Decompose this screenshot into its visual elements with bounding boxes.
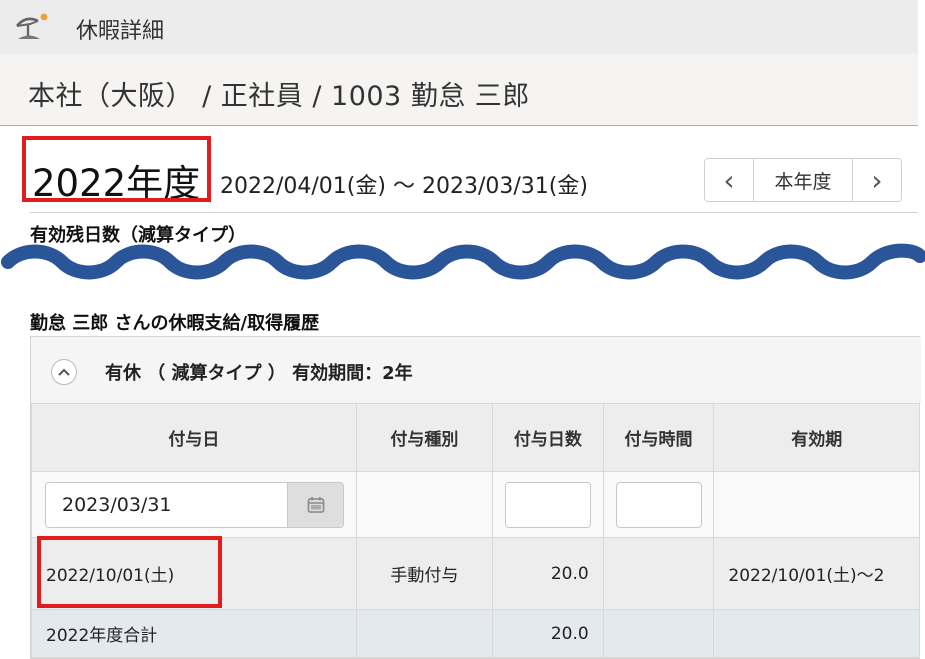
title-bar: 休暇詳細 (0, 0, 918, 54)
current-year-button[interactable]: 本年度 (753, 159, 853, 201)
year-navigation: ‹ 本年度 › (704, 158, 902, 202)
total-label: 2022年度合計 (31, 609, 357, 658)
fiscal-period: 2022/04/01(金) ～ 2023/03/31(金) (220, 174, 588, 199)
cell-validity: 2022/10/01(土)～2 (713, 537, 920, 610)
paid-leave-panel: 有休 （ 減算タイプ ） 有効期間：2年 付与日 付与種別 付与日数 付与時間 … (30, 336, 921, 659)
breadcrumb-bar: 本社（大阪） / 正社員 / 1003 勤怠 三郎 (0, 54, 918, 126)
highlight-year-title (22, 136, 211, 202)
highlight-grant-date (37, 536, 222, 608)
cell-grant-type: 手動付与 (355, 537, 494, 610)
next-year-button[interactable]: › (853, 159, 901, 201)
app-title: 休暇詳細 (76, 19, 165, 44)
grant-date-field (45, 481, 344, 528)
panel-header: 有休 （ 減算タイプ ） 有効期間：2年 (31, 337, 921, 403)
header-validity: 有効期 (713, 403, 920, 472)
grant-date-input[interactable] (46, 482, 287, 527)
table-input-row (31, 471, 920, 538)
total-days: 20.0 (492, 609, 604, 658)
chevron-left-icon: ‹ (723, 163, 735, 197)
chevron-right-icon: › (871, 163, 883, 197)
table-total-row: 2022年度合計 20.0 (31, 609, 920, 658)
collapse-button[interactable] (51, 359, 77, 385)
beach-umbrella-icon (15, 13, 48, 39)
history-label: 勤怠 三郎 さんの休暇支給/取得履歴 (30, 313, 320, 334)
wave-break-decoration (1, 243, 925, 280)
header-grant-type: 付与種別 (355, 403, 494, 472)
cell-grant-days: 20.0 (492, 537, 604, 610)
calendar-button[interactable] (287, 482, 343, 527)
panel-title: 有休 （ 減算タイプ ） 有効期間：2年 (105, 363, 413, 384)
header-grant-days: 付与日数 (492, 403, 604, 472)
header-grant-hours: 付与時間 (602, 403, 715, 472)
chevron-up-icon (58, 368, 70, 376)
header-grant-date: 付与日 (31, 403, 357, 472)
cell-grant-hours (602, 537, 715, 610)
calendar-icon (307, 496, 324, 513)
table-header-row: 付与日 付与種別 付与日数 付与時間 有効期 (31, 403, 920, 472)
breadcrumb: 本社（大阪） / 正社員 / 1003 勤怠 三郎 (28, 81, 530, 112)
prev-year-button[interactable]: ‹ (705, 159, 753, 201)
grant-table: 付与日 付与種別 付与日数 付与時間 有効期 2023/03/31 2022/1… (31, 403, 920, 658)
grant-days-input[interactable] (504, 481, 591, 528)
grant-hours-input[interactable] (615, 481, 702, 528)
divider (30, 212, 918, 213)
